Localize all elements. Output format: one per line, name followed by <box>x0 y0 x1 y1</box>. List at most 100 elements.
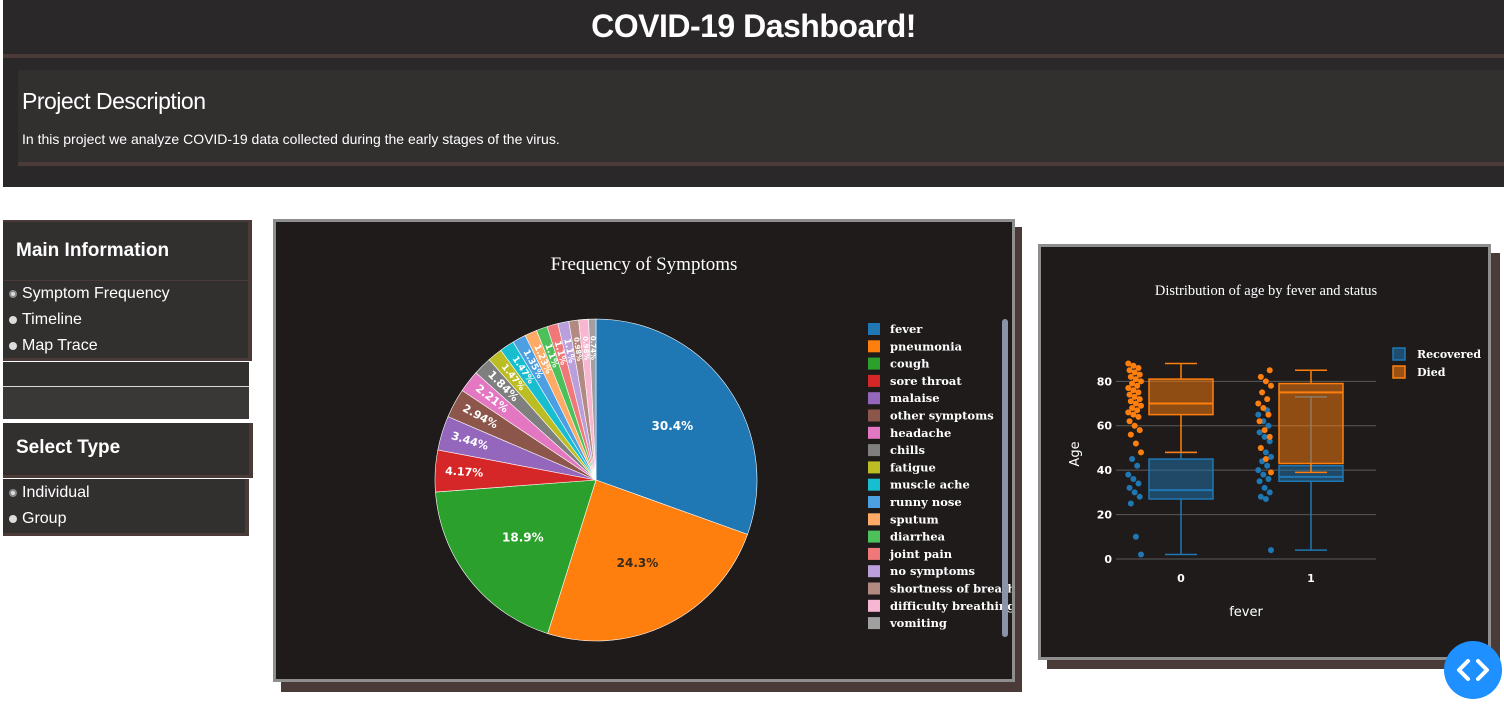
data-point[interactable] <box>1268 547 1274 554</box>
radio-timeline[interactable]: Timeline <box>9 311 82 329</box>
data-point[interactable] <box>1260 404 1267 411</box>
legend-swatch[interactable] <box>868 565 880 578</box>
legend-item-muscle-ache[interactable]: muscle ache <box>890 478 970 492</box>
pie-slice-label: 4.17% <box>445 464 484 479</box>
data-point[interactable] <box>1255 411 1262 418</box>
legend-item-chills[interactable]: chills <box>890 443 925 457</box>
legend-item-sore-throat[interactable]: sore throat <box>890 374 962 388</box>
radio-group[interactable]: Group <box>9 510 66 528</box>
legend-swatch[interactable] <box>868 426 880 439</box>
data-point[interactable] <box>1130 476 1137 483</box>
data-point[interactable] <box>1262 456 1269 463</box>
legend-swatch[interactable] <box>868 357 880 370</box>
data-point[interactable] <box>1125 471 1132 478</box>
box-died-0[interactable] <box>1148 378 1214 416</box>
legend-item-malaise[interactable]: malaise <box>890 391 940 405</box>
data-point[interactable] <box>1264 396 1271 403</box>
legend-swatch[interactable] <box>868 323 880 335</box>
legend-item-other-symptoms[interactable]: other symptoms <box>890 409 994 423</box>
legend-item-difficulty-breathing[interactable]: difficulty breathing <box>890 599 1012 613</box>
data-point[interactable] <box>1127 431 1134 438</box>
data-point[interactable] <box>1257 444 1264 451</box>
data-point[interactable] <box>1262 378 1269 385</box>
data-point[interactable] <box>1260 471 1267 478</box>
data-point[interactable] <box>1256 478 1263 485</box>
data-point[interactable] <box>1256 418 1263 425</box>
legend-swatch[interactable] <box>868 599 880 612</box>
data-point[interactable] <box>1127 500 1134 507</box>
legend-item-pneumonia[interactable]: pneumonia <box>890 339 963 353</box>
legend-scrollbar[interactable] <box>1002 319 1008 637</box>
legend-swatch[interactable] <box>868 617 880 630</box>
data-point[interactable] <box>1136 493 1143 500</box>
legend-swatch[interactable] <box>868 340 880 353</box>
data-point[interactable] <box>1266 489 1273 496</box>
radio-checked-icon[interactable] <box>9 290 17 298</box>
data-point[interactable] <box>1262 449 1269 456</box>
legend-swatch[interactable] <box>868 409 880 422</box>
legend-item-vomiting[interactable]: vomiting <box>889 616 947 630</box>
box-died-1[interactable] <box>1278 382 1344 465</box>
data-point[interactable] <box>1265 411 1272 418</box>
data-point[interactable] <box>1266 367 1273 374</box>
legend-swatch[interactable] <box>868 513 880 526</box>
data-point[interactable] <box>1265 476 1272 483</box>
legend-item-cough[interactable]: cough <box>890 357 930 371</box>
data-point[interactable] <box>1268 382 1274 389</box>
radio-symptom-frequency[interactable]: Symptom Frequency <box>9 285 170 303</box>
legend-swatch[interactable] <box>868 496 880 508</box>
data-point[interactable] <box>1125 360 1132 367</box>
legend-swatch[interactable] <box>868 374 880 387</box>
radio-map-trace[interactable]: Map Trace <box>9 337 98 355</box>
data-point[interactable] <box>1255 467 1262 474</box>
legend-item-shortness-of-breath[interactable]: shortness of breath <box>890 582 1012 596</box>
legend-swatch[interactable] <box>1392 347 1406 361</box>
radio-unchecked-icon[interactable] <box>9 515 17 523</box>
legend-item-headache[interactable]: headache <box>890 426 951 440</box>
data-point[interactable] <box>1138 551 1144 558</box>
data-point[interactable] <box>1135 480 1142 487</box>
legend-swatch[interactable] <box>868 461 880 474</box>
data-point[interactable] <box>1255 400 1262 407</box>
data-point[interactable] <box>1134 462 1141 469</box>
data-point[interactable] <box>1257 493 1264 500</box>
data-point[interactable] <box>1264 462 1271 469</box>
legend-item-fever[interactable]: fever <box>890 322 923 336</box>
data-point[interactable] <box>1131 422 1138 429</box>
radio-unchecked-icon[interactable] <box>9 316 17 324</box>
data-point[interactable] <box>1138 449 1144 456</box>
legend-item-died[interactable]: Died <box>1417 366 1446 379</box>
legend-swatch[interactable] <box>868 392 880 405</box>
data-point[interactable] <box>1126 484 1133 491</box>
legend-swatch[interactable] <box>868 582 880 595</box>
data-point[interactable] <box>1261 484 1268 491</box>
legend-swatch[interactable] <box>868 530 880 543</box>
data-point[interactable] <box>1259 389 1266 396</box>
box-recovered-0[interactable] <box>1148 458 1214 500</box>
legend-item-recovered[interactable]: Recovered <box>1417 348 1481 361</box>
legend-swatch[interactable] <box>868 547 880 560</box>
legend-item-fatigue[interactable]: fatigue <box>890 460 936 474</box>
radio-checked-icon[interactable] <box>9 489 17 497</box>
legend-item-no-symptoms[interactable]: no symptoms <box>890 564 975 578</box>
legend-item-joint-pain[interactable]: joint pain <box>889 547 953 561</box>
data-point[interactable] <box>1126 418 1133 425</box>
data-point[interactable] <box>1136 427 1143 434</box>
data-point[interactable] <box>1131 489 1138 496</box>
radio-unchecked-icon[interactable] <box>9 342 17 350</box>
radio-individual[interactable]: Individual <box>9 484 90 502</box>
legend-item-diarrhea[interactable]: diarrhea <box>890 530 946 544</box>
data-point[interactable] <box>1129 456 1136 463</box>
legend-swatch[interactable] <box>868 444 880 457</box>
legend-swatch[interactable] <box>1392 365 1406 379</box>
legend-item-sputum[interactable]: sputum <box>890 512 939 526</box>
data-point[interactable] <box>1261 427 1268 434</box>
legend-swatch[interactable] <box>868 478 880 491</box>
data-point[interactable] <box>1132 533 1139 540</box>
code-toggle-button[interactable] <box>1444 641 1502 699</box>
data-point[interactable] <box>1132 440 1139 447</box>
data-point[interactable] <box>1266 433 1273 440</box>
data-point[interactable] <box>1257 373 1264 380</box>
data-point[interactable] <box>1268 469 1274 476</box>
legend-item-runny-nose[interactable]: runny nose <box>890 495 962 509</box>
